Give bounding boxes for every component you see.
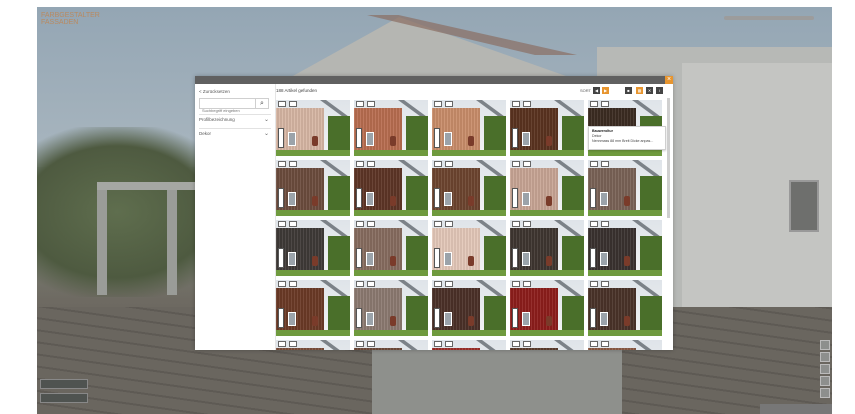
close-button[interactable]: ×: [665, 76, 673, 84]
decor-tile[interactable]: [510, 340, 584, 350]
zoom-slider[interactable]: [724, 16, 814, 20]
decor-tile[interactable]: [432, 100, 506, 156]
decor-tile[interactable]: [276, 220, 350, 276]
reset-link[interactable]: < Zurücksetzen: [199, 89, 230, 94]
logo-line2: FASSADEN: [41, 19, 79, 26]
filter-decor[interactable]: Dekor ⌄: [199, 128, 271, 139]
decor-swatch: [432, 348, 480, 350]
chevron-down-icon: ⌄: [263, 117, 269, 123]
decor-tile[interactable]: [354, 100, 428, 156]
filter-label: Profilbezeichnung: [199, 117, 235, 122]
rotate-tool-icon[interactable]: [820, 340, 830, 350]
next-page-button[interactable]: ▶: [602, 87, 609, 94]
decor-tile[interactable]: [432, 220, 506, 276]
house-window: [789, 180, 819, 232]
decor-tooltip: Bauweroltur Dekor Nennmass 88 mm Breit D…: [588, 126, 666, 150]
zoom-in-tool-icon[interactable]: [820, 352, 830, 362]
decor-tile[interactable]: [354, 340, 428, 350]
bottom-control-2[interactable]: [40, 393, 88, 403]
modal-header: [195, 76, 673, 84]
bottom-control-1[interactable]: [40, 379, 88, 389]
decor-tile[interactable]: [510, 160, 584, 216]
home-tool-icon[interactable]: [820, 388, 830, 398]
decor-tile[interactable]: [432, 160, 506, 216]
clear-button[interactable]: ✕: [646, 87, 653, 94]
sort-label[interactable]: SORT: [580, 88, 591, 93]
decor-tile[interactable]: [588, 340, 662, 350]
filter-sidebar: < Zurücksetzen ⌕ Profilbezeichnung ⌄ Dek…: [195, 84, 276, 350]
view-toggle-button[interactable]: [616, 87, 623, 94]
search-icon[interactable]: ⌕: [255, 99, 268, 108]
fullscreen-tool-icon[interactable]: [820, 376, 830, 386]
zoom-out-tool-icon[interactable]: [820, 364, 830, 374]
decor-tile[interactable]: [510, 280, 584, 336]
decor-tile[interactable]: [588, 160, 662, 216]
decor-tile[interactable]: [510, 220, 584, 276]
app-logo[interactable]: FARBGESTALTER FASSADEN: [41, 12, 101, 26]
decor-tile[interactable]: [354, 220, 428, 276]
results-bar: 188 Artikel gefunden SORT ◀ ▶ ■ ▦ ✕ ↕: [276, 84, 673, 98]
decor-tile[interactable]: [588, 220, 662, 276]
decor-tile[interactable]: [276, 280, 350, 336]
search-box: ⌕: [199, 98, 269, 115]
decor-tile[interactable]: [510, 100, 584, 156]
decor-tile[interactable]: [276, 100, 350, 156]
tooltip-line3: Nennmass 88 mm Breit Dicke anpas...: [592, 139, 654, 143]
decor-swatch: [354, 348, 402, 350]
decor-tile[interactable]: [432, 340, 506, 350]
decor-tile[interactable]: [354, 160, 428, 216]
decor-swatch: [510, 348, 558, 350]
filter-profile[interactable]: Profilbezeichnung ⌄: [199, 114, 271, 125]
decor-tile[interactable]: [588, 280, 662, 336]
grid-large-button[interactable]: ▦: [636, 87, 643, 94]
decor-tile[interactable]: [432, 280, 506, 336]
decor-tile[interactable]: [276, 340, 350, 350]
sort-direction-button[interactable]: ↕: [656, 87, 663, 94]
logo-line1: FARBGESTALTER: [41, 12, 100, 19]
filter-label: Dekor: [199, 131, 212, 136]
grid-small-button[interactable]: ■: [625, 87, 632, 94]
result-count: 188 Artikel gefunden: [276, 88, 318, 93]
bottom-right-panel: [760, 404, 832, 414]
chevron-down-icon: ⌄: [263, 131, 269, 137]
grid-scrollbar[interactable]: [667, 98, 670, 218]
decor-tile[interactable]: [276, 160, 350, 216]
prev-page-button[interactable]: ◀: [593, 87, 600, 94]
decor-swatch: [588, 348, 636, 350]
decor-tile[interactable]: [354, 280, 428, 336]
decor-selection-modal: × < Zurücksetzen ⌕ Profilbezeichnung ⌄ D…: [195, 76, 673, 350]
decor-swatch: [276, 348, 324, 350]
